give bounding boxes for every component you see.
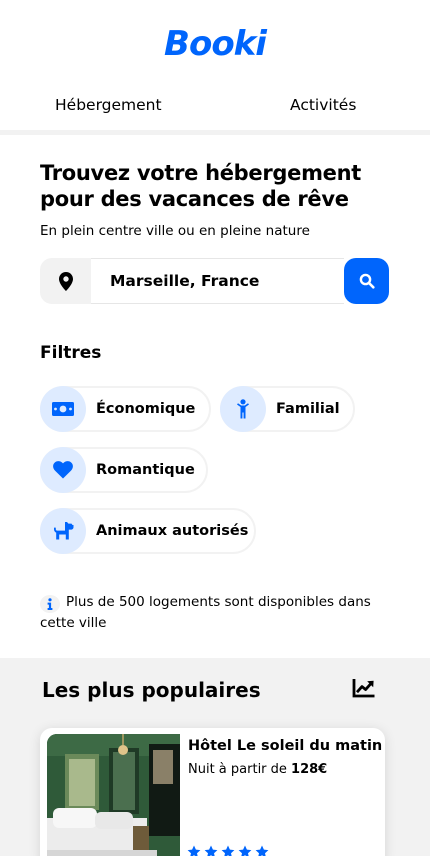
star-icon [204,845,218,856]
filter-familial[interactable]: Familial [220,386,355,432]
nav-activites[interactable]: Activités [290,96,356,114]
location-search-input[interactable] [91,258,344,304]
hotel-card[interactable]: Hôtel Le soleil du matin Nuit à partir d… [40,728,385,856]
hotel-name: Hôtel Le soleil du matin [188,738,383,754]
hotel-price: Nuit à partir de 128€ [188,762,327,777]
filter-animaux-autorises[interactable]: Animaux autorisés [40,508,256,554]
star-icon [255,845,269,856]
search-bar [40,258,389,304]
hero-section: Trouvez votre hébergement pour des vacan… [40,160,390,239]
child-icon [220,386,266,432]
page-title: Trouvez votre hébergement pour des vacan… [40,161,361,211]
search-icon [359,273,375,289]
popular-title: Les plus populaires [42,678,261,702]
dog-icon [40,508,86,554]
money-bill-icon [40,386,86,432]
filter-romantique[interactable]: Romantique [40,447,208,493]
location-pin-icon [40,258,91,304]
popular-section: Les plus populaires Hôtel Le soleil du m… [0,658,430,856]
main-nav: Hébergement Activités [0,96,430,130]
heart-icon [40,447,86,493]
info-text: Plus de 500 logements sont disponibles d… [40,594,371,631]
star-icon [221,845,235,856]
booki-logo[interactable]: Booki [0,24,430,64]
hotel-rating [187,845,269,856]
filter-label: Familial [276,401,340,417]
star-icon [187,845,201,856]
page-subtitle: En plein centre ville ou en pleine natur… [40,223,310,239]
filter-label: Économique [96,401,196,417]
nav-hebergement[interactable]: Hébergement [55,96,162,114]
price-prefix: Nuit à partir de [188,762,292,777]
nav-divider [0,130,430,135]
filter-label: Animaux autorisés [96,523,249,539]
hotel-image [47,734,180,856]
filter-label: Romantique [96,462,195,478]
filter-economique[interactable]: Économique [40,386,211,432]
star-icon [238,845,252,856]
info-message: Plus de 500 logements sont disponibles d… [40,592,390,633]
info-icon [40,595,60,613]
header: Booki Hébergement Activités [0,0,430,130]
search-button[interactable] [344,258,389,304]
price-value: 128€ [291,762,328,777]
trending-up-icon [352,678,376,702]
filters-title: Filtres [40,343,102,363]
